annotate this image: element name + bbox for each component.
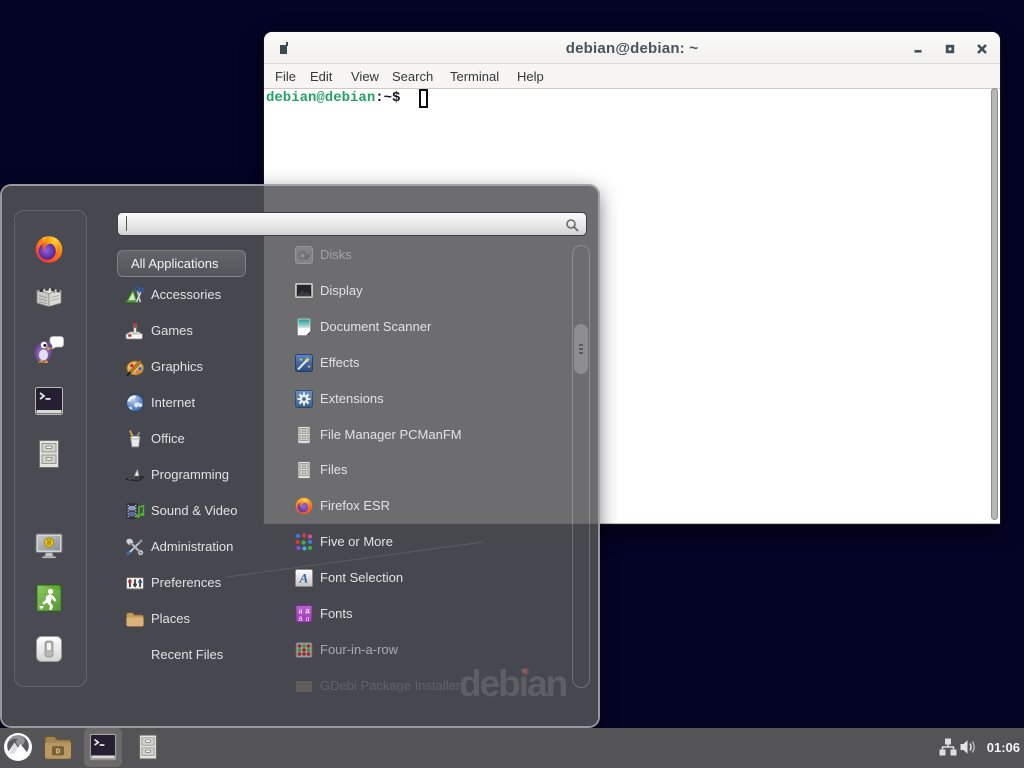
svg-text:a: a (298, 614, 303, 623)
svg-text:a: a (306, 614, 310, 623)
svg-text:D: D (56, 749, 61, 757)
